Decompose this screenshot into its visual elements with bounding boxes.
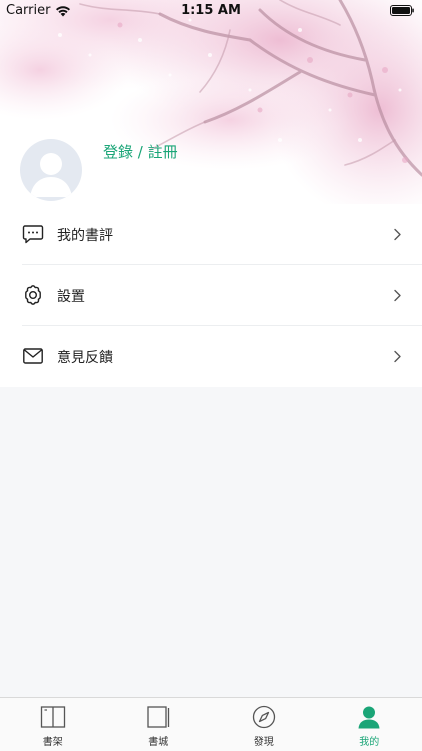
menu-item-feedback[interactable]: 意見反饋 xyxy=(0,326,422,387)
status-bar: Carrier 1:15 AM xyxy=(0,0,422,22)
book-open-icon xyxy=(40,705,66,729)
chevron-right-icon xyxy=(393,228,402,241)
tab-bookshelf[interactable]: 書架 xyxy=(0,698,106,751)
person-icon xyxy=(356,705,382,729)
compass-icon xyxy=(251,705,277,729)
menu-item-label: 意見反饋 xyxy=(57,347,113,367)
tab-label: 我的 xyxy=(317,733,422,748)
chevron-right-icon xyxy=(393,289,402,302)
tab-mine[interactable]: 我的 xyxy=(317,698,422,751)
comment-icon xyxy=(22,223,44,245)
status-time: 1:15 AM xyxy=(0,3,422,18)
default-avatar-icon xyxy=(20,139,82,201)
settings-menu: 我的書評 設置 意見反饋 xyxy=(0,204,422,387)
menu-item-settings[interactable]: 設置 xyxy=(0,265,422,326)
tab-label: 書城 xyxy=(106,733,212,748)
tab-label: 書架 xyxy=(0,733,106,748)
menu-item-label: 設置 xyxy=(57,286,85,306)
tab-label: 發現 xyxy=(211,733,317,748)
login-register-link[interactable]: 登錄 / 註冊 xyxy=(103,141,178,162)
gear-icon xyxy=(22,284,44,306)
menu-item-label: 我的書評 xyxy=(57,225,113,245)
tab-bookstore[interactable]: 書城 xyxy=(106,698,212,751)
envelope-icon xyxy=(22,345,44,367)
avatar[interactable] xyxy=(20,139,82,201)
profile-header: Carrier 1:15 AM 登錄 / 註冊 xyxy=(0,0,422,204)
menu-item-my-reviews[interactable]: 我的書評 xyxy=(0,204,422,265)
tab-discover[interactable]: 發現 xyxy=(211,698,317,751)
chevron-right-icon xyxy=(393,350,402,363)
battery-icon xyxy=(390,5,414,16)
tab-bar: 書架 書城 發現 我的 xyxy=(0,697,422,751)
book-icon xyxy=(145,705,171,729)
